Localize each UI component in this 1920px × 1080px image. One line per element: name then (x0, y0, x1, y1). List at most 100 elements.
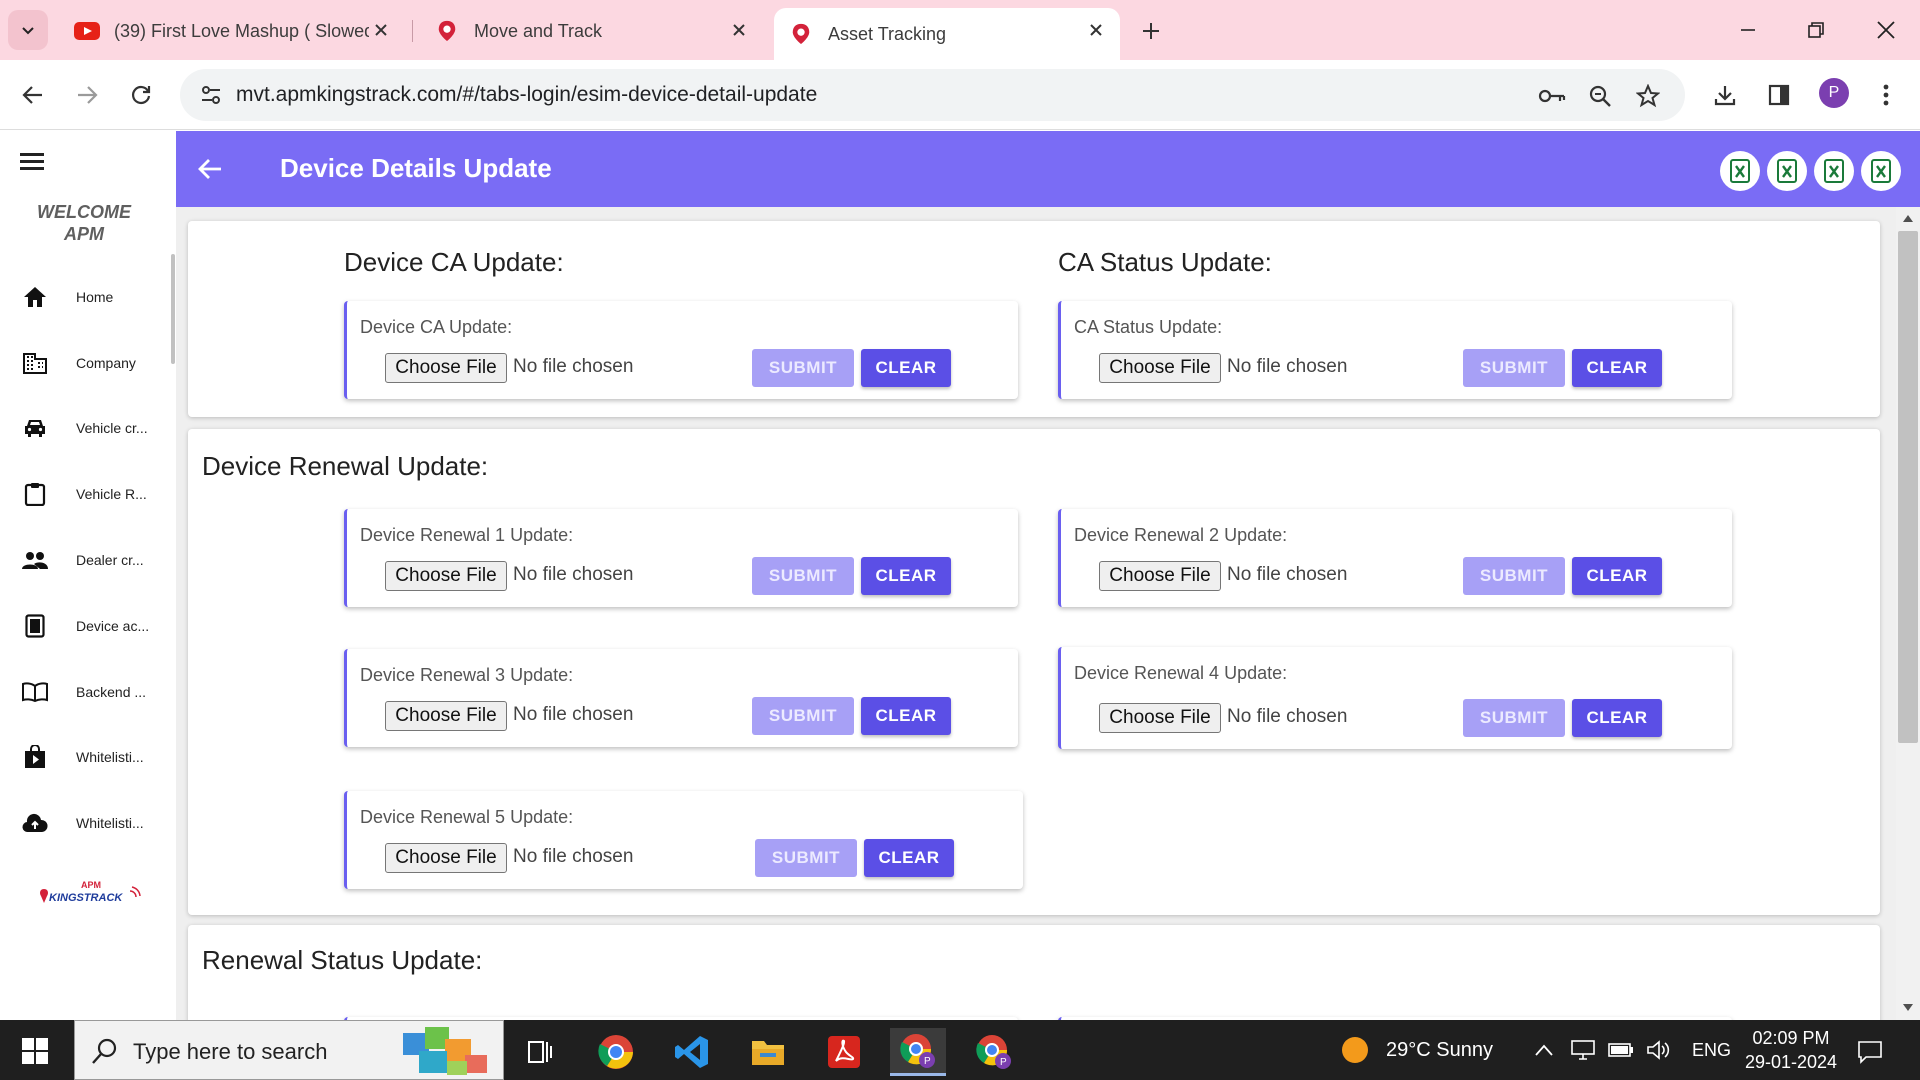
close-window-button[interactable] (1864, 12, 1908, 48)
side-panel-icon[interactable] (1761, 77, 1797, 113)
network-icon[interactable] (1570, 1039, 1596, 1061)
excel-export-button-3[interactable] (1814, 151, 1854, 191)
sidebar-item-device-activation[interactable]: Device ac... (0, 606, 170, 646)
close-tab-icon[interactable] (371, 20, 391, 40)
sidebar-item-company[interactable]: Company (0, 343, 170, 383)
arrow-left-icon[interactable] (196, 155, 224, 183)
choose-file-button[interactable]: Choose File (385, 561, 507, 591)
scrollbar-thumb[interactable] (1898, 231, 1918, 743)
choose-file-button[interactable]: Choose File (385, 843, 507, 873)
excel-export-button-1[interactable] (1720, 151, 1760, 191)
choose-file-button[interactable]: Choose File (1099, 561, 1221, 591)
vscode-taskbar-button[interactable] (664, 1028, 720, 1076)
chrome-profile2-taskbar-button[interactable]: P (966, 1028, 1022, 1076)
close-tab-icon[interactable] (1086, 20, 1106, 40)
chrome-profile-taskbar-button[interactable]: P (890, 1028, 946, 1076)
calculator-icon (22, 613, 48, 639)
sidebar-item-label: Whitelisti... (76, 749, 144, 765)
clear-button[interactable]: CLEAR (861, 557, 951, 595)
sidebar-item-whitelisting-1[interactable]: Whitelisti... (0, 737, 170, 777)
submit-button[interactable]: SUBMIT (1463, 349, 1565, 387)
clear-button[interactable]: CLEAR (1572, 557, 1662, 595)
zoom-icon[interactable] (1586, 82, 1614, 110)
renewal-status-section-title: Renewal Status Update: (202, 945, 483, 975)
upload-device-renewal-2: Device Renewal 2 Update: Choose File No … (1058, 509, 1732, 607)
volume-icon[interactable] (1646, 1039, 1672, 1061)
clear-button[interactable]: CLEAR (861, 697, 951, 735)
submit-button[interactable]: SUBMIT (755, 839, 857, 877)
downloads-icon[interactable] (1707, 77, 1743, 113)
tab-search-button[interactable] (8, 10, 48, 50)
tab-title: (39) First Love Mashup ( Slowed (114, 20, 369, 41)
upload-label: Device Renewal 5 Update: (360, 807, 574, 827)
weather-widget[interactable]: 29°C Sunny (1340, 1020, 1493, 1080)
chrome-taskbar-button[interactable] (588, 1028, 644, 1076)
vscode-icon (675, 1036, 708, 1068)
sidebar-item-label: Backend ... (76, 684, 147, 700)
chevron-up-icon[interactable] (1534, 1043, 1554, 1057)
choose-file-button[interactable]: Choose File (1099, 353, 1221, 383)
submit-button[interactable]: SUBMIT (1463, 699, 1565, 737)
upload-device-renewal-4: Device Renewal 4 Update: Choose File No … (1058, 647, 1732, 749)
password-key-icon[interactable] (1538, 82, 1566, 110)
address-bar[interactable]: mvt.apmkingstrack.com/#/tabs-login/esim-… (180, 69, 1685, 121)
notifications-button[interactable] (1842, 1028, 1898, 1076)
file-status: No file chosen (1227, 356, 1348, 377)
browser-tab-move-and-track[interactable]: Move and Track (420, 8, 763, 54)
reload-button[interactable] (122, 76, 160, 114)
sidebar-item-home[interactable]: Home (0, 277, 170, 317)
search-icon (92, 1038, 117, 1064)
choose-file-button[interactable]: Choose File (385, 701, 507, 731)
sidebar-item-backend[interactable]: Backend ... (0, 672, 170, 712)
chevron-down-icon (22, 27, 34, 35)
scroll-down-icon[interactable] (1901, 1001, 1915, 1015)
more-menu-icon[interactable] (1868, 77, 1904, 113)
close-tab-icon[interactable] (729, 20, 749, 40)
language-indicator[interactable]: ENG (1692, 1040, 1731, 1061)
excel-export-button-2[interactable] (1767, 151, 1807, 191)
windows-start-icon[interactable] (22, 1038, 48, 1064)
submit-button[interactable]: SUBMIT (1463, 557, 1565, 595)
submit-button[interactable]: SUBMIT (752, 349, 854, 387)
submit-button[interactable]: SUBMIT (752, 697, 854, 735)
system-tray: ENG (1534, 1020, 1731, 1080)
sidebar-item-dealer-create[interactable]: Dealer cr... (0, 540, 170, 580)
site-info-icon[interactable] (198, 82, 224, 108)
excel-export-button-4[interactable] (1861, 151, 1901, 191)
taskbar-search-box[interactable]: Type here to search (74, 1020, 504, 1080)
acrobat-taskbar-button[interactable] (816, 1028, 872, 1076)
clear-button[interactable]: CLEAR (1572, 349, 1662, 387)
main-content: Device CA Update: CA Status Update: Devi… (176, 207, 1896, 1020)
back-button[interactable] (14, 76, 52, 114)
battery-icon[interactable] (1608, 1041, 1634, 1059)
choose-file-button[interactable]: Choose File (1099, 703, 1221, 733)
excel-icon (1871, 159, 1891, 183)
new-tab-button[interactable] (1134, 14, 1168, 48)
sidebar-item-whitelisting-2[interactable]: Whitelisti... (0, 803, 170, 843)
minimize-button[interactable] (1726, 12, 1770, 48)
choose-file-button[interactable]: Choose File (385, 353, 507, 383)
bookmark-star-icon[interactable] (1634, 82, 1662, 110)
clear-button[interactable]: CLEAR (864, 839, 954, 877)
menu-icon[interactable] (20, 153, 44, 173)
browser-tab-asset-tracking[interactable]: Asset Tracking (774, 8, 1120, 60)
sidebar-item-vehicle-create[interactable]: Vehicle cr... (0, 408, 170, 448)
scroll-up-icon[interactable] (1901, 211, 1915, 225)
upload-device-ca: Device CA Update: Choose File No file ch… (344, 301, 1018, 399)
restore-button[interactable] (1794, 12, 1838, 48)
clear-button[interactable]: CLEAR (861, 349, 951, 387)
browser-tab-youtube[interactable]: (39) First Love Mashup ( Slowed (60, 8, 405, 54)
sidebar-scrollbar[interactable] (171, 254, 175, 364)
clear-button[interactable]: CLEAR (1572, 699, 1662, 737)
profile-avatar[interactable]: P (1819, 78, 1849, 108)
taskbar-clock[interactable]: 02:09 PM 29-01-2024 (1736, 1026, 1846, 1074)
submit-button[interactable]: SUBMIT (752, 557, 854, 595)
upload-label: CA Status Update: (1074, 317, 1223, 337)
file-explorer-taskbar-button[interactable] (740, 1028, 796, 1076)
task-view-button[interactable] (512, 1028, 568, 1076)
device-ca-section-title: Device CA Update: (344, 247, 564, 277)
app-header: Device Details Update (176, 131, 1920, 207)
forward-button[interactable] (68, 76, 106, 114)
content-scrollbar[interactable] (1896, 207, 1920, 1020)
sidebar-item-vehicle-r[interactable]: Vehicle R... (0, 474, 170, 514)
